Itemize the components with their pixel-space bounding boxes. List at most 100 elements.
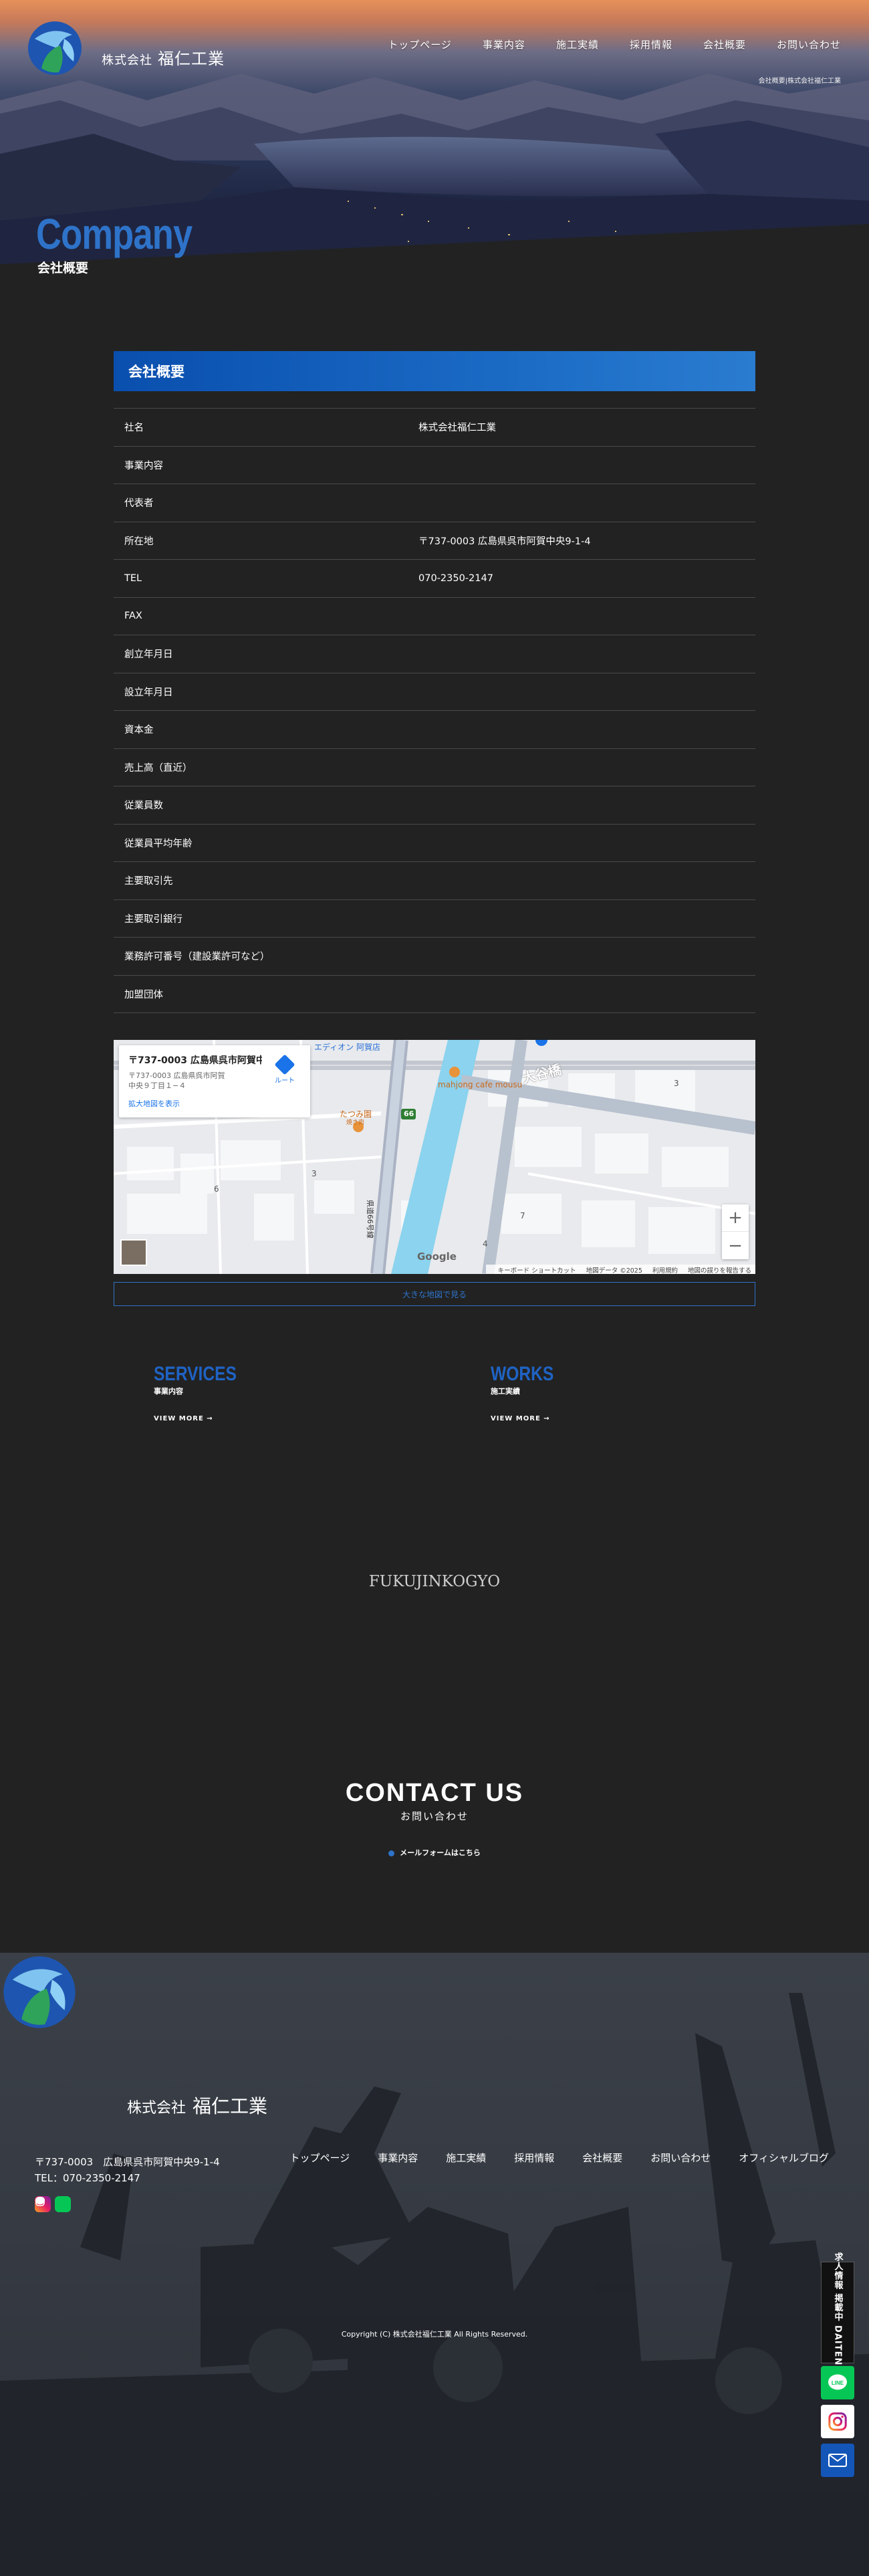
map-report-link[interactable]: 地図の誤りを報告する: [688, 1267, 751, 1274]
header-company-title: 福仁工業: [158, 49, 225, 68]
map-number-1: 3: [674, 1079, 679, 1088]
site-footer: 株式会社 福仁工業 〒737-0003 広島県呉市阿賀中央9-1-4 TEL：07…: [0, 1953, 869, 2576]
row-label: 設立年月日: [124, 687, 173, 698]
row-label: 従業員数: [124, 800, 163, 812]
nav-company[interactable]: 会社概要: [703, 37, 746, 51]
overview-heading: 会社概要: [114, 351, 755, 391]
bullet-icon: [388, 1850, 395, 1856]
footer-company-title: 福仁工業: [193, 2095, 268, 2117]
table-row: 従業員平均年齢: [114, 825, 755, 862]
footer-company-name: 株式会社 福仁工業: [127, 2092, 267, 2119]
table-row: TEL 070-2350-2147: [114, 560, 755, 598]
page-subtitle: 会社概要: [37, 261, 89, 276]
row-label: 社名: [124, 423, 144, 434]
nav-works[interactable]: 施工実績: [556, 37, 599, 51]
line-icon[interactable]: [35, 2196, 71, 2212]
zoom-in-button[interactable]: +: [722, 1204, 749, 1232]
nav-recruit[interactable]: 採用情報: [630, 37, 672, 51]
table-row: 加盟団体: [114, 976, 755, 1013]
mail-icon: [828, 2454, 847, 2467]
works-view-more-link[interactable]: VIEW MORE →: [491, 1415, 568, 1422]
footer-nav: トップページ 事業内容 施工実績 採用情報 会社概要 お問い合わせ オフィシャル…: [262, 2151, 829, 2165]
table-row: 事業内容: [114, 447, 755, 484]
row-label: 売上高（直近）: [124, 762, 193, 774]
header-company-prefix: 株式会社: [102, 53, 152, 68]
line-icon-text: LINE: [832, 2380, 844, 2386]
footer-nav-recruit[interactable]: 採用情報: [514, 2151, 554, 2165]
footer-machinery-image: [0, 1993, 869, 2576]
table-row: 創立年月日: [114, 635, 755, 673]
nav-contact[interactable]: お問い合わせ: [777, 37, 841, 51]
nav-services[interactable]: 事業内容: [483, 37, 525, 51]
nav-top[interactable]: トップページ: [388, 37, 452, 51]
google-map[interactable]: エディオン 阿賀店 大谷橋 mahjong cafe mousu たつみ園 焼き…: [114, 1040, 755, 1274]
row-label: 事業内容: [124, 460, 163, 471]
footer-nav-company[interactable]: 会社概要: [582, 2151, 622, 2165]
brand-wordmark: FUKUJINKOGYO: [368, 1573, 501, 1590]
row-label: 主要取引銀行: [124, 914, 182, 925]
map-enlarge-link[interactable]: 拡大地図を表示: [128, 1098, 301, 1109]
company-info-table: 社名 株式会社福仁工業事業内容代表者 所在地 〒737-0003 広島県呉市阿賀中央9…: [114, 408, 755, 1013]
map-place-address: 〒737-0003 広島県呉市阿賀中央９丁目１−４: [128, 1071, 225, 1091]
footer-nav-contact[interactable]: お問い合わせ: [650, 2151, 711, 2165]
map-keyboard-shortcuts[interactable]: キーボード ショートカット: [498, 1267, 576, 1274]
directions-icon: [274, 1054, 295, 1075]
table-row: 所在地 〒737-0003 広島県呉市阿賀中央9-1-4: [114, 522, 755, 560]
row-label: 資本金: [124, 725, 154, 736]
table-row: 主要取引先: [114, 862, 755, 900]
google-logo: Google: [417, 1251, 457, 1263]
map-route-number: 66: [404, 1109, 414, 1118]
global-nav: トップページ 事業内容 施工実績 採用情報 会社概要 お問い合わせ: [357, 37, 841, 51]
company-logo-icon[interactable]: [25, 19, 84, 78]
table-row: 主要取引銀行: [114, 900, 755, 938]
page-title: Company: [36, 210, 193, 258]
map-satellite-toggle[interactable]: [120, 1239, 147, 1266]
mail-form-link[interactable]: メールフォームはこちら: [0, 1847, 869, 1858]
services-subtitle: 事業内容: [154, 1387, 183, 1396]
row-label: 創立年月日: [124, 649, 173, 661]
row-value: 株式会社福仁工業: [418, 423, 496, 434]
row-label: 加盟団体: [124, 989, 163, 1000]
map-number-3: 3: [312, 1169, 317, 1178]
services-view-more-link[interactable]: VIEW MORE →: [154, 1415, 255, 1422]
footer-nav-top[interactable]: トップページ: [290, 2151, 350, 2165]
mail-form-label: メールフォームはこちら: [400, 1848, 481, 1857]
footer-tel: TEL：070-2350-2147: [35, 2172, 140, 2184]
row-value: 070-2350-2147: [418, 572, 493, 584]
row-label: 所在地: [124, 536, 154, 547]
footer-nav-works[interactable]: 施工実績: [446, 2151, 486, 2165]
footer-company-prefix: 株式会社: [127, 2100, 187, 2117]
map-number-5: 4: [483, 1239, 488, 1249]
map-place-card: 〒737-0003 広島県呉市阿賀中... 〒737-0003 広島県呉市阿賀中…: [119, 1045, 310, 1117]
map-data-credit: 地図データ ©2025: [586, 1267, 642, 1274]
map-route-button[interactable]: ルート: [271, 1054, 298, 1085]
table-row: 売上高（直近）: [114, 749, 755, 786]
side-mail-button[interactable]: [821, 2444, 854, 2477]
header-company-name[interactable]: 株式会社 福仁工業: [102, 45, 225, 69]
side-line-button[interactable]: LINE: [821, 2366, 854, 2399]
line-chat-icon: LINE: [828, 2374, 847, 2390]
table-row: 業務許可番号（建設業許可など）: [114, 938, 755, 976]
map-label-restaurant-sub: 焼き肉: [346, 1119, 365, 1126]
hero-header: 株式会社 福仁工業 トップページ 事業内容 施工実績 採用情報 会社概要 お問い合…: [0, 0, 869, 304]
instagram-icon: [828, 2412, 847, 2431]
zoom-out-button[interactable]: −: [722, 1232, 749, 1259]
footer-nav-services[interactable]: 事業内容: [378, 2151, 418, 2165]
footer-logo-icon[interactable]: [0, 1953, 79, 2032]
works-title: WORKS: [491, 1363, 554, 1385]
map-terms-link[interactable]: 利用規約: [652, 1267, 678, 1274]
recruit-banner-label: 求人情報 掲載中 DAITENS: [832, 2252, 843, 2373]
works-block: WORKS 施工実績 VIEW MORE →: [491, 1363, 568, 1423]
recruit-banner[interactable]: 求人情報 掲載中 DAITENS: [821, 2252, 854, 2373]
map-number-4: 7: [520, 1211, 525, 1220]
map-place-title: 〒737-0003 広島県呉市阿賀中...: [128, 1055, 262, 1066]
table-row: 社名 株式会社福仁工業: [114, 409, 755, 447]
table-row: 資本金: [114, 711, 755, 749]
footer-nav-blog[interactable]: オフィシャルブログ: [739, 2151, 829, 2165]
contact-title: CONTACT US: [345, 1779, 524, 1807]
table-row: 代表者: [114, 484, 755, 522]
copyright: Copyright (C) 株式会社福仁工業 All Rights Reserv…: [341, 2330, 528, 2339]
side-instagram-button[interactable]: [821, 2405, 854, 2438]
view-larger-map-button[interactable]: 大きな地図で見る: [114, 1282, 755, 1306]
table-row: FAX: [114, 598, 755, 635]
